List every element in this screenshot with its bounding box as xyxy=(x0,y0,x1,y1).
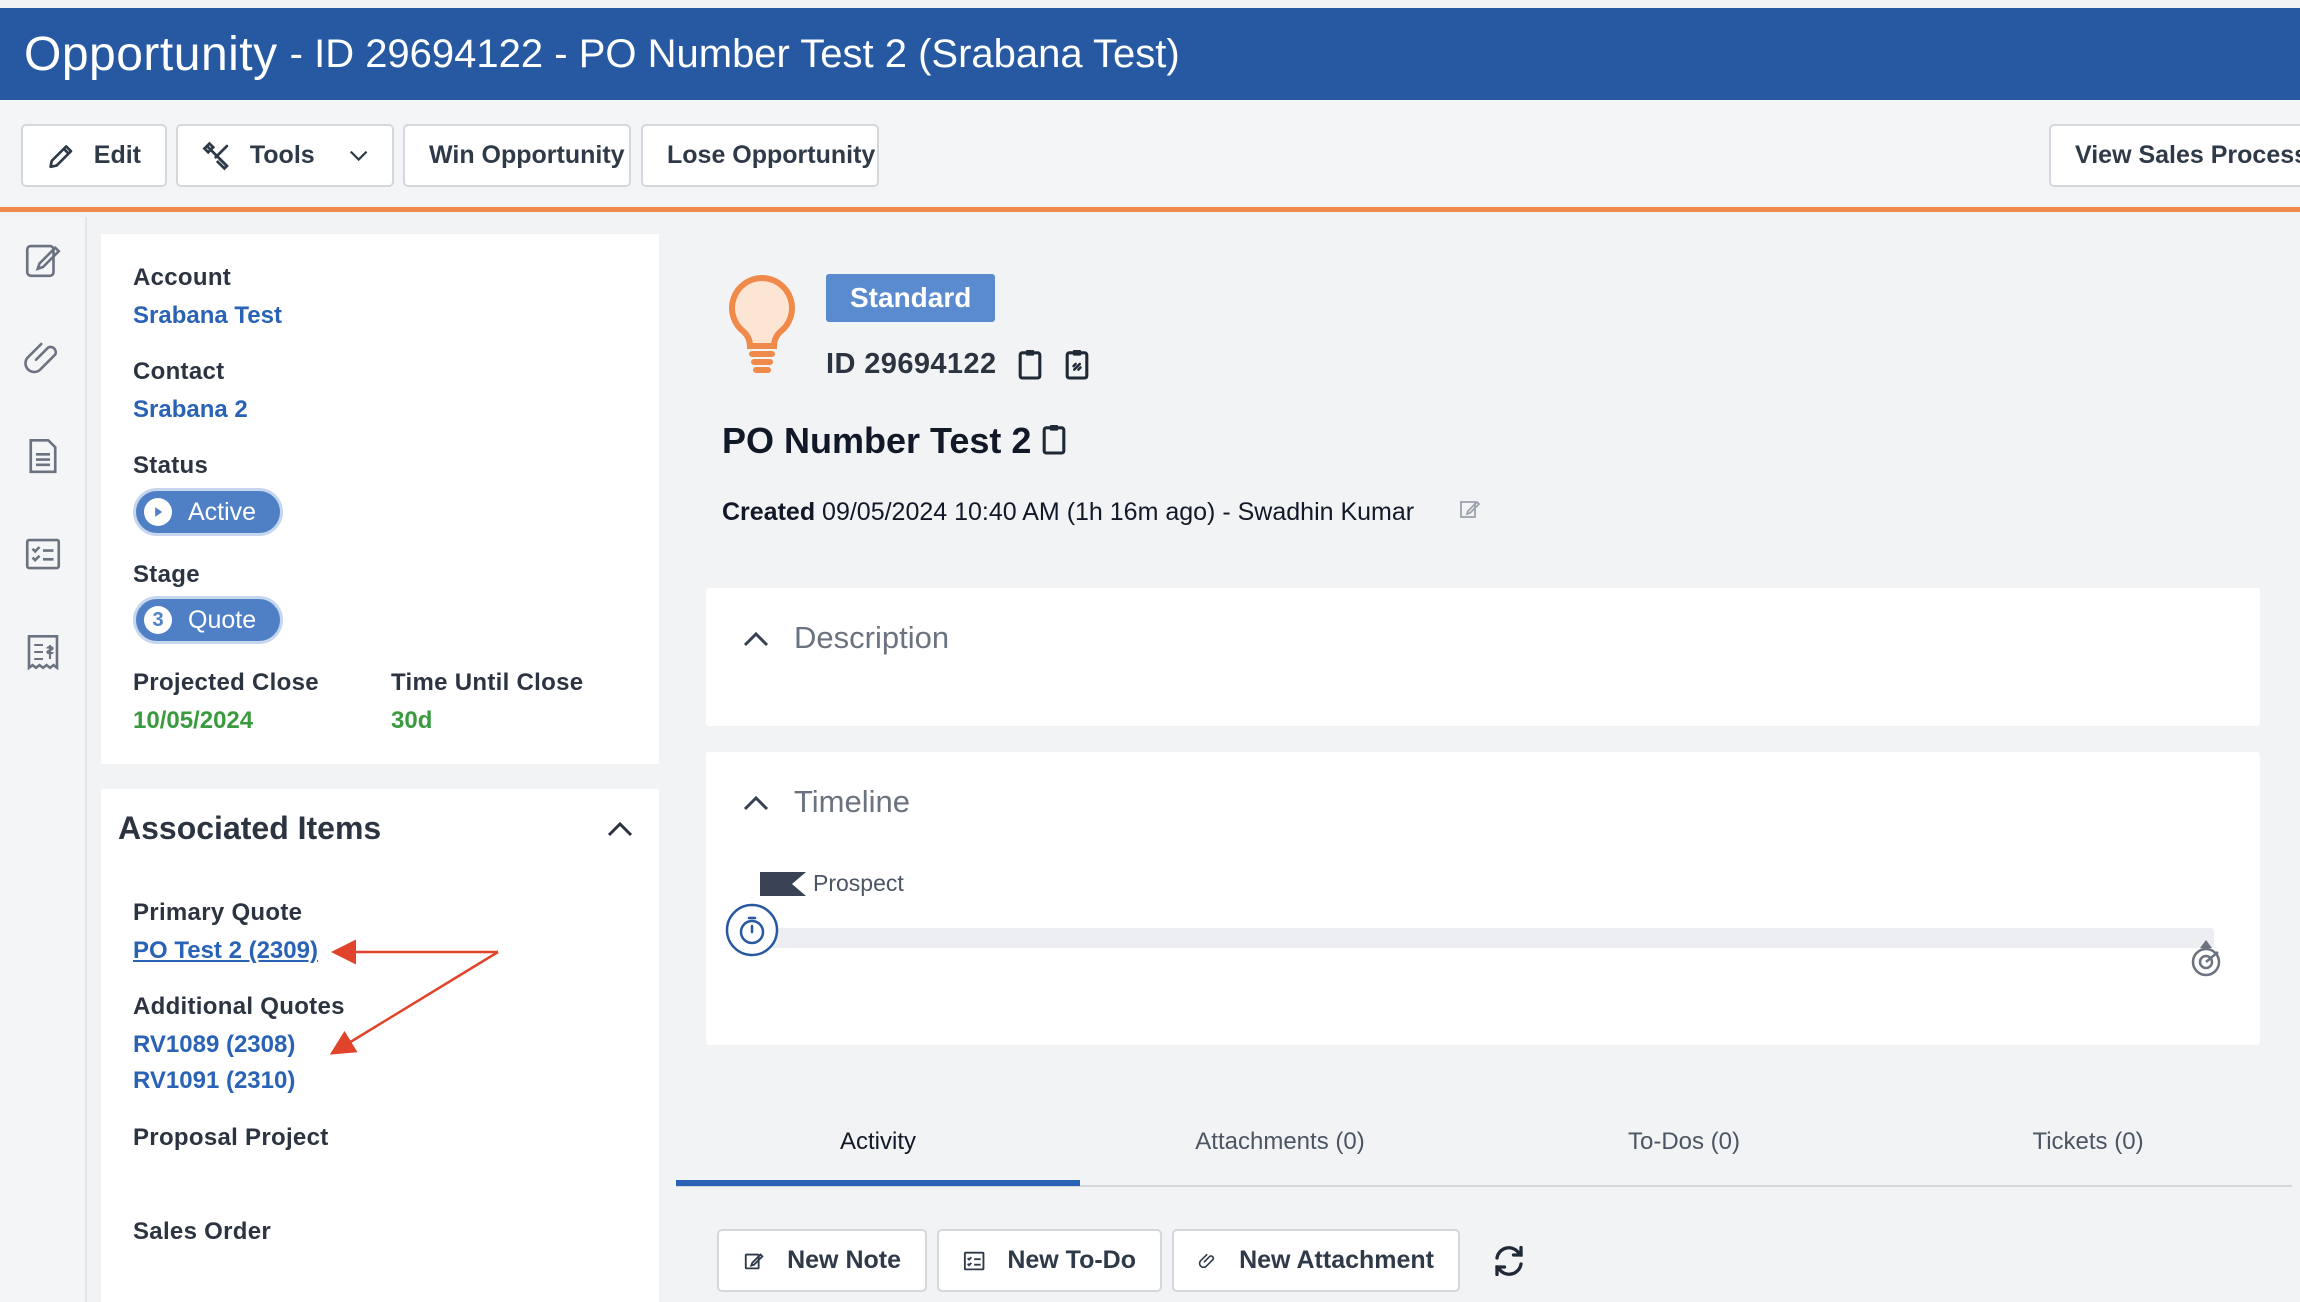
edit-button[interactable]: Edit xyxy=(21,124,167,187)
lose-opportunity-button[interactable]: Lose Opportunity xyxy=(641,124,879,187)
refresh-icon[interactable] xyxy=(1491,1243,1527,1279)
paperclip-icon[interactable] xyxy=(22,337,64,379)
edit-note-icon[interactable] xyxy=(22,239,64,281)
primary-quote-label: Primary Quote xyxy=(133,899,303,926)
win-opportunity-label: Win Opportunity xyxy=(429,141,625,169)
tab-activity[interactable]: Activity xyxy=(678,1128,1078,1156)
lightbulb-icon xyxy=(729,274,795,373)
tab-attachments[interactable]: Attachments (0) xyxy=(1080,1128,1480,1156)
contact-link[interactable]: Srabana 2 xyxy=(133,396,248,424)
copy-link-icon[interactable] xyxy=(1063,347,1091,381)
tab-active-indicator xyxy=(676,1180,1080,1186)
edit-note-icon xyxy=(744,1252,764,1269)
lose-opportunity-label: Lose Opportunity xyxy=(667,141,876,169)
tools-icon xyxy=(202,141,229,170)
view-sales-process-button[interactable]: View Sales Process xyxy=(2049,124,2300,187)
contact-label: Contact xyxy=(133,358,225,385)
tools-dropdown-button[interactable]: Tools xyxy=(176,124,394,187)
checklist-icon xyxy=(963,1251,985,1270)
chevron-up-icon[interactable] xyxy=(742,630,770,648)
status-badge[interactable]: Active xyxy=(133,488,284,536)
description-panel: Description xyxy=(706,588,2260,726)
account-link[interactable]: Srabana Test xyxy=(133,302,282,330)
sales-order-label: Sales Order xyxy=(133,1218,272,1245)
creator-name: Swadhin Kumar xyxy=(1237,498,1415,526)
created-value: 09/05/2024 10:40 AM (1h 16m ago) xyxy=(822,498,1216,526)
pencil-icon xyxy=(49,144,73,168)
created-info: Created 09/05/2024 10:40 AM (1h 16m ago)… xyxy=(722,498,1414,527)
creator-separator: - xyxy=(1222,498,1231,526)
status-value: Active xyxy=(188,497,257,526)
win-opportunity-button[interactable]: Win Opportunity xyxy=(403,124,631,187)
target-icon xyxy=(2191,940,2221,977)
associated-items-title: Associated Items xyxy=(118,810,382,846)
new-todo-label: New To-Do xyxy=(1007,1246,1136,1274)
projected-close-label: Projected Close xyxy=(133,669,319,696)
view-sales-process-label: View Sales Process xyxy=(2075,141,2300,169)
time-until-close-value: 30d xyxy=(391,707,433,734)
edit-label: Edit xyxy=(93,141,141,169)
new-attachment-label: New Attachment xyxy=(1239,1246,1434,1274)
opportunity-name: PO Number Test 2 xyxy=(722,420,1032,461)
tab-tickets[interactable]: Tickets (0) xyxy=(1888,1128,2288,1156)
page-title: Opportunity xyxy=(24,27,278,81)
stage-label: Stage xyxy=(133,561,200,588)
tools-label: Tools xyxy=(249,141,315,169)
clipboard-icon[interactable] xyxy=(1016,347,1044,381)
additional-quotes-label: Additional Quotes xyxy=(133,993,345,1020)
play-icon xyxy=(144,498,172,526)
additional-quote-link[interactable]: RV1091 (2310) xyxy=(133,1067,295,1095)
new-note-label: New Note xyxy=(787,1246,901,1274)
timeline-panel: Timeline Prospect xyxy=(706,752,2260,1045)
left-icon-rail xyxy=(0,217,87,1302)
additional-quote-link[interactable]: RV1089 (2308) xyxy=(133,1031,295,1059)
flag-icon xyxy=(760,872,806,896)
checklist-icon[interactable] xyxy=(22,533,64,575)
new-note-button[interactable]: New Note xyxy=(717,1229,927,1292)
timeline-stage-label: Prospect xyxy=(813,870,904,896)
stage-value: Quote xyxy=(188,605,257,634)
stopwatch-icon xyxy=(725,903,779,957)
clipboard-icon[interactable] xyxy=(1040,422,1068,456)
new-attachment-button[interactable]: New Attachment xyxy=(1172,1229,1460,1292)
stage-badge[interactable]: 3 Quote xyxy=(133,596,284,644)
page-subtitle: - ID 29694122 - PO Number Test 2 (Sraban… xyxy=(289,31,1180,76)
description-title: Description xyxy=(794,620,950,655)
annotation-arrows xyxy=(329,939,499,1055)
primary-quote-link[interactable]: PO Test 2 (2309) xyxy=(133,937,318,965)
account-label: Account xyxy=(133,264,232,291)
new-todo-button[interactable]: New To-Do xyxy=(937,1229,1162,1292)
proposal-project-label: Proposal Project xyxy=(133,1124,329,1151)
chevron-down-icon xyxy=(349,150,368,161)
paperclip-icon xyxy=(1198,1253,1215,1268)
created-label: Created xyxy=(722,498,816,526)
opportunity-id: ID 29694122 xyxy=(826,348,997,380)
document-icon[interactable] xyxy=(22,435,64,477)
chevron-up-icon[interactable] xyxy=(742,794,770,812)
standard-badge: Standard xyxy=(826,274,996,322)
invoice-icon[interactable] xyxy=(22,631,64,673)
edit-creator-icon[interactable] xyxy=(1458,497,1482,521)
window-title-bar: Opportunity - ID 29694122 - PO Number Te… xyxy=(0,8,2300,100)
timeline-title: Timeline xyxy=(794,784,910,819)
time-until-close-label: Time Until Close xyxy=(391,669,584,696)
timeline-track xyxy=(756,928,2214,948)
tab-todos[interactable]: To-Dos (0) xyxy=(1484,1128,1884,1156)
toolbar: Edit Tools Win Opportunity Lose Opportun… xyxy=(0,100,2300,212)
projected-close-value: 10/05/2024 xyxy=(133,707,254,734)
stage-number: 3 xyxy=(144,606,172,634)
chevron-up-icon[interactable] xyxy=(606,820,634,838)
status-label: Status xyxy=(133,452,209,479)
